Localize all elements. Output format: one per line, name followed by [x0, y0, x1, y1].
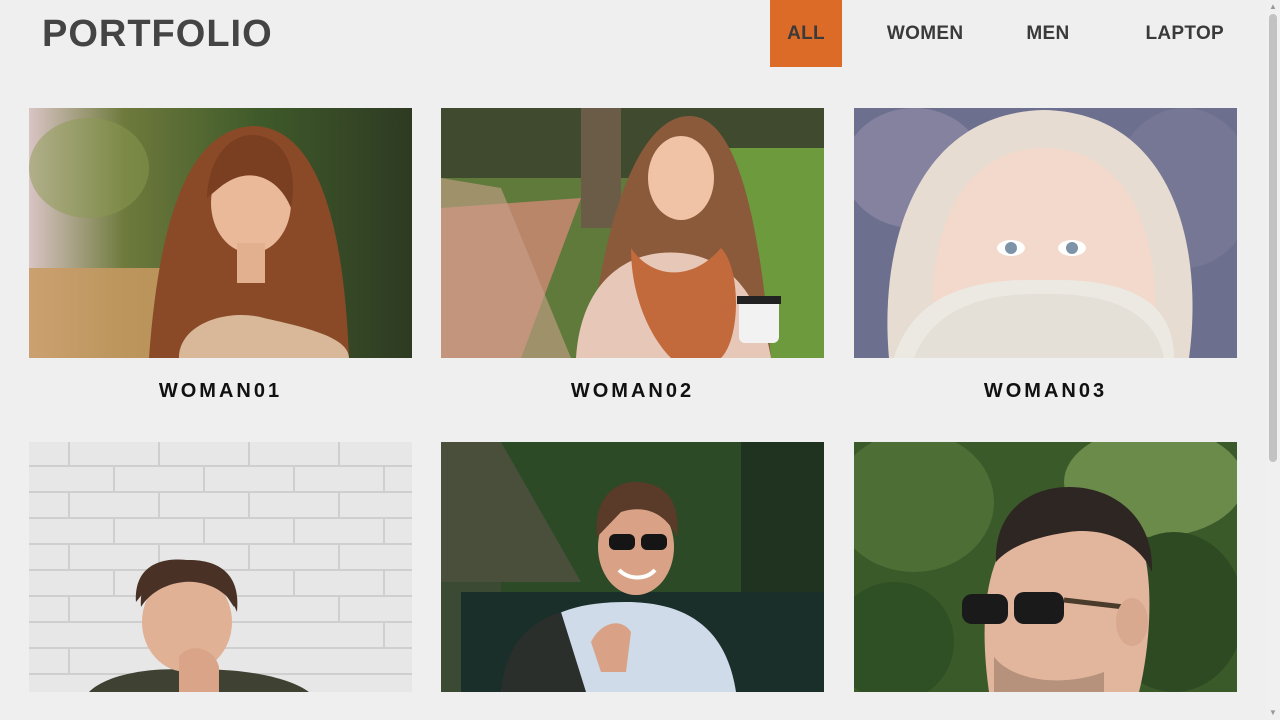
scroll-up-icon[interactable]: ▲	[1269, 2, 1277, 12]
filter-all-tab[interactable]: ALL	[770, 0, 842, 67]
site-header: PORTFOLIO ALL WOMEN MEN LAPTOP	[0, 0, 1266, 70]
filter-men-tab[interactable]: MEN	[994, 0, 1101, 67]
filter-nav: ALL WOMEN MEN LAPTOP	[770, 0, 1224, 67]
portfolio-caption: WOMAN02	[570, 380, 695, 402]
portfolio-card-woman03[interactable]: WOMAN03	[854, 108, 1237, 402]
site-logo[interactable]: PORTFOLIO	[42, 12, 273, 56]
page-scrollbar[interactable]: ▲ ▼	[1266, 0, 1280, 720]
scrollbar-thumb[interactable]	[1269, 14, 1277, 462]
portfolio-caption: WOMAN01	[158, 380, 283, 402]
portfolio-card-woman02[interactable]: WOMAN02	[441, 108, 824, 402]
portfolio-photo-man02[interactable]	[441, 442, 824, 692]
portfolio-caption: WOMAN03	[983, 380, 1108, 402]
portfolio-photo-woman02[interactable]	[441, 108, 824, 358]
portfolio-photo-woman03[interactable]	[854, 108, 1237, 358]
portfolio-photo-man03[interactable]	[854, 442, 1237, 692]
scroll-down-icon[interactable]: ▼	[1269, 708, 1277, 718]
portfolio-card-man03[interactable]	[854, 442, 1237, 692]
portfolio-photo-man01[interactable]	[29, 442, 412, 692]
portfolio-card-man01[interactable]	[29, 442, 412, 692]
filter-women-tab[interactable]: WOMEN	[856, 0, 994, 67]
portfolio-card-woman01[interactable]: WOMAN01	[29, 108, 412, 402]
portfolio-photo-woman01[interactable]	[29, 108, 412, 358]
portfolio-card-man02[interactable]	[441, 442, 824, 692]
filter-laptop-tab[interactable]: LAPTOP	[1101, 0, 1224, 67]
